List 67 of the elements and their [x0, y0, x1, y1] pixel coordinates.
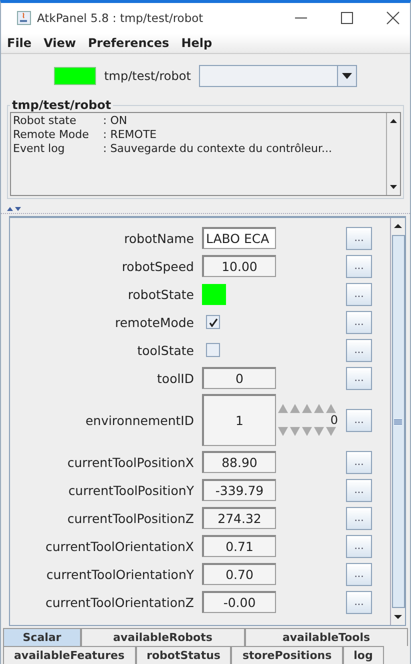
attribute-value-field: -0.00: [202, 591, 276, 613]
tab[interactable]: availableRobots: [81, 628, 244, 646]
window-title: AtkPanel 5.8 : tmp/test/robot: [37, 11, 204, 25]
status-key: Remote Mode: [13, 128, 103, 142]
attribute-label: currentToolOrientationX: [44, 538, 195, 554]
more-button[interactable]: ...: [346, 282, 372, 306]
attribute-label: currentToolPositionZ: [66, 510, 195, 526]
spinner-value: 0: [330, 413, 338, 427]
status-value: : ON: [103, 114, 128, 128]
more-button[interactable]: ...: [346, 450, 372, 474]
attribute-label: toolState: [136, 342, 195, 358]
close-icon[interactable]: [386, 11, 400, 25]
status-value: : REMOTE: [103, 128, 157, 142]
attribute-value-field: 1: [202, 394, 276, 446]
attribute-value-field: -339.79: [202, 479, 276, 501]
more-button[interactable]: ...: [346, 310, 372, 334]
checkbox[interactable]: [206, 343, 220, 357]
attribute-label: currentToolOrientationY: [45, 566, 195, 582]
group-title: tmp/test/robot: [11, 98, 112, 112]
attribute-value-field: 0.70: [202, 563, 276, 585]
more-button[interactable]: ...: [346, 366, 372, 390]
status-value: : Sauvegarde du contexte du contrôleur...: [103, 142, 332, 156]
more-button[interactable]: ...: [346, 478, 372, 502]
attribute-value-field: 0.71: [202, 535, 276, 557]
dropdown-arrow-icon: [342, 73, 352, 79]
attribute-label: toolID: [156, 370, 195, 386]
attribute-label: environnementID: [84, 412, 195, 428]
more-button[interactable]: ...: [346, 338, 372, 362]
attribute-label: currentToolPositionX: [66, 454, 195, 470]
attribute-value-field: 10.00: [202, 255, 276, 277]
more-button[interactable]: ...: [346, 408, 372, 432]
attribute-value-field: LABO ECA: [202, 227, 276, 249]
split-arrows-icon[interactable]: [7, 206, 23, 212]
tab[interactable]: Scalar: [3, 628, 81, 646]
checkbox[interactable]: [206, 315, 220, 329]
more-button[interactable]: ...: [346, 534, 372, 558]
tab[interactable]: log: [342, 646, 384, 664]
status-key: Event log: [13, 142, 103, 156]
attribute-value-field: 0: [202, 367, 276, 389]
attribute-label: remoteMode: [114, 314, 195, 330]
more-button[interactable]: ...: [346, 590, 372, 614]
grip-icon: [394, 418, 402, 424]
scroll-thumb[interactable]: [392, 235, 404, 608]
menu-item[interactable]: Preferences: [88, 36, 170, 50]
attribute-label: currentToolOrientationZ: [44, 594, 195, 610]
menu-item[interactable]: File: [7, 36, 32, 50]
attribute-label: currentToolPositionY: [67, 482, 195, 498]
status-key: Robot state: [13, 114, 103, 128]
attribute-label: robotSpeed: [120, 258, 195, 274]
scrollbar[interactable]: [386, 113, 400, 195]
tab[interactable]: storePositions: [231, 646, 343, 664]
attribute-value-field: 88.90: [202, 451, 276, 473]
menu-item[interactable]: View: [44, 36, 76, 50]
more-button[interactable]: ...: [346, 506, 372, 530]
more-button[interactable]: ...: [346, 254, 372, 278]
tab[interactable]: availableTools: [244, 628, 408, 646]
maximize-icon[interactable]: [340, 11, 354, 25]
attribute-value-field: 274.32: [202, 507, 276, 529]
tab[interactable]: robotStatus: [136, 646, 232, 664]
scrollbar[interactable]: [390, 218, 405, 625]
device-name: tmp/test/robot: [104, 69, 191, 83]
attribute-label: robotState: [126, 286, 195, 302]
more-button[interactable]: ...: [346, 226, 372, 250]
more-button[interactable]: ...: [346, 562, 372, 586]
attribute-label: robotName: [123, 230, 195, 246]
menu-item[interactable]: Help: [181, 36, 212, 50]
tab[interactable]: availableFeatures: [3, 646, 136, 664]
